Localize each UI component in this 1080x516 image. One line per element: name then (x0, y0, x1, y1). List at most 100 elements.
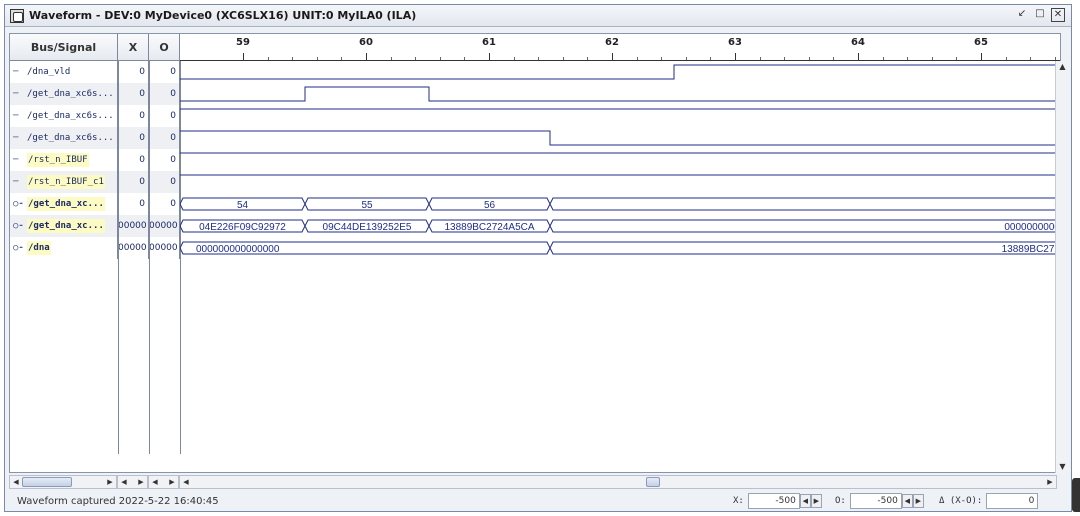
bus-expand-icon[interactable]: ○- (13, 193, 24, 215)
maximize-button[interactable]: □ (1033, 8, 1047, 22)
signal-name[interactable]: ○-/dna (10, 237, 118, 259)
column-divider (149, 61, 150, 454)
o-cursor-value: 0 (149, 105, 180, 127)
bus-segment (549, 241, 1060, 255)
o-cursor-value: 0 (149, 83, 180, 105)
ruler-minor-tick (759, 57, 761, 60)
vertical-scrollbar[interactable]: ▲ ▼ (1055, 61, 1069, 473)
undock-button[interactable]: ↙ (1015, 8, 1029, 22)
scroll-right-icon[interactable]: ▶ (1044, 476, 1056, 488)
ruler-minor-tick (415, 57, 417, 60)
scroll-thumb[interactable] (646, 477, 660, 487)
signal-row[interactable]: ○-/dna 00000 00000 (10, 237, 180, 259)
signal-row[interactable]: ─ /rst_n_IBUF_c1 0 0 (10, 171, 180, 193)
scroll-right-icon[interactable]: ▶ (166, 476, 178, 488)
signal-name[interactable]: ○-/get_dna_xc... (10, 215, 118, 237)
ruler-minor-tick (1030, 57, 1032, 60)
ruler-minor-tick (661, 57, 663, 60)
bus-expand-icon[interactable]: ○- (13, 237, 24, 259)
bus-value-label: 55 (361, 200, 373, 211)
signal-row[interactable]: ─ /dna_vld 0 0 (10, 61, 180, 83)
signal-row[interactable]: ─ /get_dna_xc6s... 0 0 (10, 127, 180, 149)
signal-name[interactable]: ○-/get_dna_xc... (10, 193, 118, 215)
signal-name-text: /get_dna_xc... (27, 197, 105, 211)
x-column-scrollbar[interactable]: ◀ ▶ (117, 475, 148, 489)
waveform-display[interactable]: 59606162636465 545556004E226F09C9297209C… (180, 34, 1060, 454)
o-cursor-value: 0 (149, 61, 180, 83)
signal-name[interactable]: ─ /rst_n_IBUF_c1 (10, 171, 118, 193)
signal-row[interactable]: ○-/get_dna_xc... 0 0 (10, 193, 180, 215)
o-cursor-label: O: (835, 496, 846, 506)
ruler-minor-tick (1005, 57, 1007, 60)
signal-name[interactable]: ─ /get_dna_xc6s... (10, 105, 118, 127)
waveform-traces[interactable]: 545556004E226F09C9297209C44DE139252E5138… (180, 61, 1060, 454)
scroll-left-icon[interactable]: ◀ (180, 476, 192, 488)
scroll-left-icon[interactable]: ◀ (149, 476, 161, 488)
x-increment-button[interactable]: ▶ (810, 494, 822, 508)
bus-expand-icon[interactable]: ○- (13, 215, 24, 237)
signal-line-icon: ─ (13, 89, 19, 99)
ruler-tick-label: 60 (359, 37, 373, 48)
ruler-minor-tick (562, 57, 564, 60)
x-cursor-value: 0 (118, 127, 149, 149)
ruler-minor-tick (1054, 57, 1056, 60)
signal-name[interactable]: ─ /get_dna_xc6s... (10, 127, 118, 149)
x-cursor-value: 0 (118, 171, 149, 193)
ruler-tick-label: 62 (605, 37, 619, 48)
ruler-minor-tick (685, 57, 687, 60)
name-column-scrollbar[interactable]: ◀ ▶ (9, 475, 117, 489)
waveform-panel: Bus/Signal X O ─/dna_vld 0 0 ─/get_dna_xc6s… (9, 33, 1061, 473)
signal-name[interactable]: ─ /get_dna_xc6s... (10, 83, 118, 105)
bus-signal-header[interactable]: Bus/Signal (10, 34, 118, 61)
signal-row[interactable]: ─ /rst_n_IBUF 0 0 (10, 149, 180, 171)
scroll-right-icon[interactable]: ▶ (104, 476, 116, 488)
ruler-minor-tick (390, 57, 392, 60)
scroll-thumb[interactable] (22, 477, 72, 487)
signal-row[interactable]: ○-/get_dna_xc... 00000 00000 (10, 215, 180, 237)
scroll-right-icon[interactable]: ▶ (135, 476, 147, 488)
o-cursor-value: 0 (149, 127, 180, 149)
o-column-header[interactable]: O (149, 34, 180, 61)
x-cursor-field[interactable]: -500 (747, 493, 800, 509)
delta-field: 0 (986, 493, 1039, 509)
ruler-tick (858, 53, 859, 60)
o-cursor-field[interactable]: -500 (849, 493, 902, 509)
x-cursor-value: 0 (118, 105, 149, 127)
bus-value-label: 09C44DE139252E5 (323, 222, 412, 233)
bus-value-label: 13889BC272 (1002, 244, 1060, 255)
o-cursor-value: 0 (149, 171, 180, 193)
scroll-left-icon[interactable]: ◀ (118, 476, 130, 488)
ruler-tick-label: 61 (482, 37, 496, 48)
ruler-tick-label: 65 (974, 37, 988, 48)
ruler-minor-tick (464, 57, 466, 60)
waveform-scrollbar[interactable]: ◀ ▶ (179, 475, 1057, 489)
x-decrement-button[interactable]: ◀ (799, 494, 811, 508)
o-increment-button[interactable]: ▶ (912, 494, 924, 508)
signal-name[interactable]: ─ /dna_vld (10, 61, 118, 83)
digital-waveform (180, 130, 1060, 146)
x-cursor-value: 0 (118, 193, 149, 215)
scroll-up-icon[interactable]: ▲ (1056, 61, 1069, 73)
close-button[interactable]: ✕ (1051, 8, 1065, 22)
signal-name-text: /rst_n_IBUF_c1 (27, 175, 105, 189)
time-ruler[interactable]: 59 60 61 62 63 64 65 (180, 34, 1060, 61)
signal-row[interactable]: ─ /get_dna_xc6s... 0 0 (10, 83, 180, 105)
o-decrement-button[interactable]: ◀ (901, 494, 913, 508)
ruler-minor-tick (784, 57, 786, 60)
ruler-minor-tick (439, 57, 441, 60)
delta-label: Δ (X-O): (939, 496, 983, 506)
signal-name[interactable]: ─ /rst_n_IBUF (10, 149, 118, 171)
ruler-minor-tick (538, 57, 540, 60)
signal-name-text: /get_dna_xc6s... (27, 89, 114, 99)
ruler-minor-tick (292, 57, 294, 60)
ruler-tick-label: 64 (851, 37, 865, 48)
signal-row[interactable]: ─ /get_dna_xc6s... 0 0 (10, 105, 180, 127)
side-tab[interactable] (1072, 478, 1080, 512)
scroll-down-icon[interactable]: ▼ (1056, 461, 1069, 473)
x-column-header[interactable]: X (118, 34, 149, 61)
ruler-tick (612, 53, 613, 60)
title-bar: Waveform - DEV:0 MyDevice0 (XC6SLX16) UN… (5, 5, 1071, 27)
scroll-left-icon[interactable]: ◀ (10, 476, 22, 488)
signal-name-text: /rst_n_IBUF (27, 153, 89, 167)
o-column-scrollbar[interactable]: ◀ ▶ (148, 475, 179, 489)
